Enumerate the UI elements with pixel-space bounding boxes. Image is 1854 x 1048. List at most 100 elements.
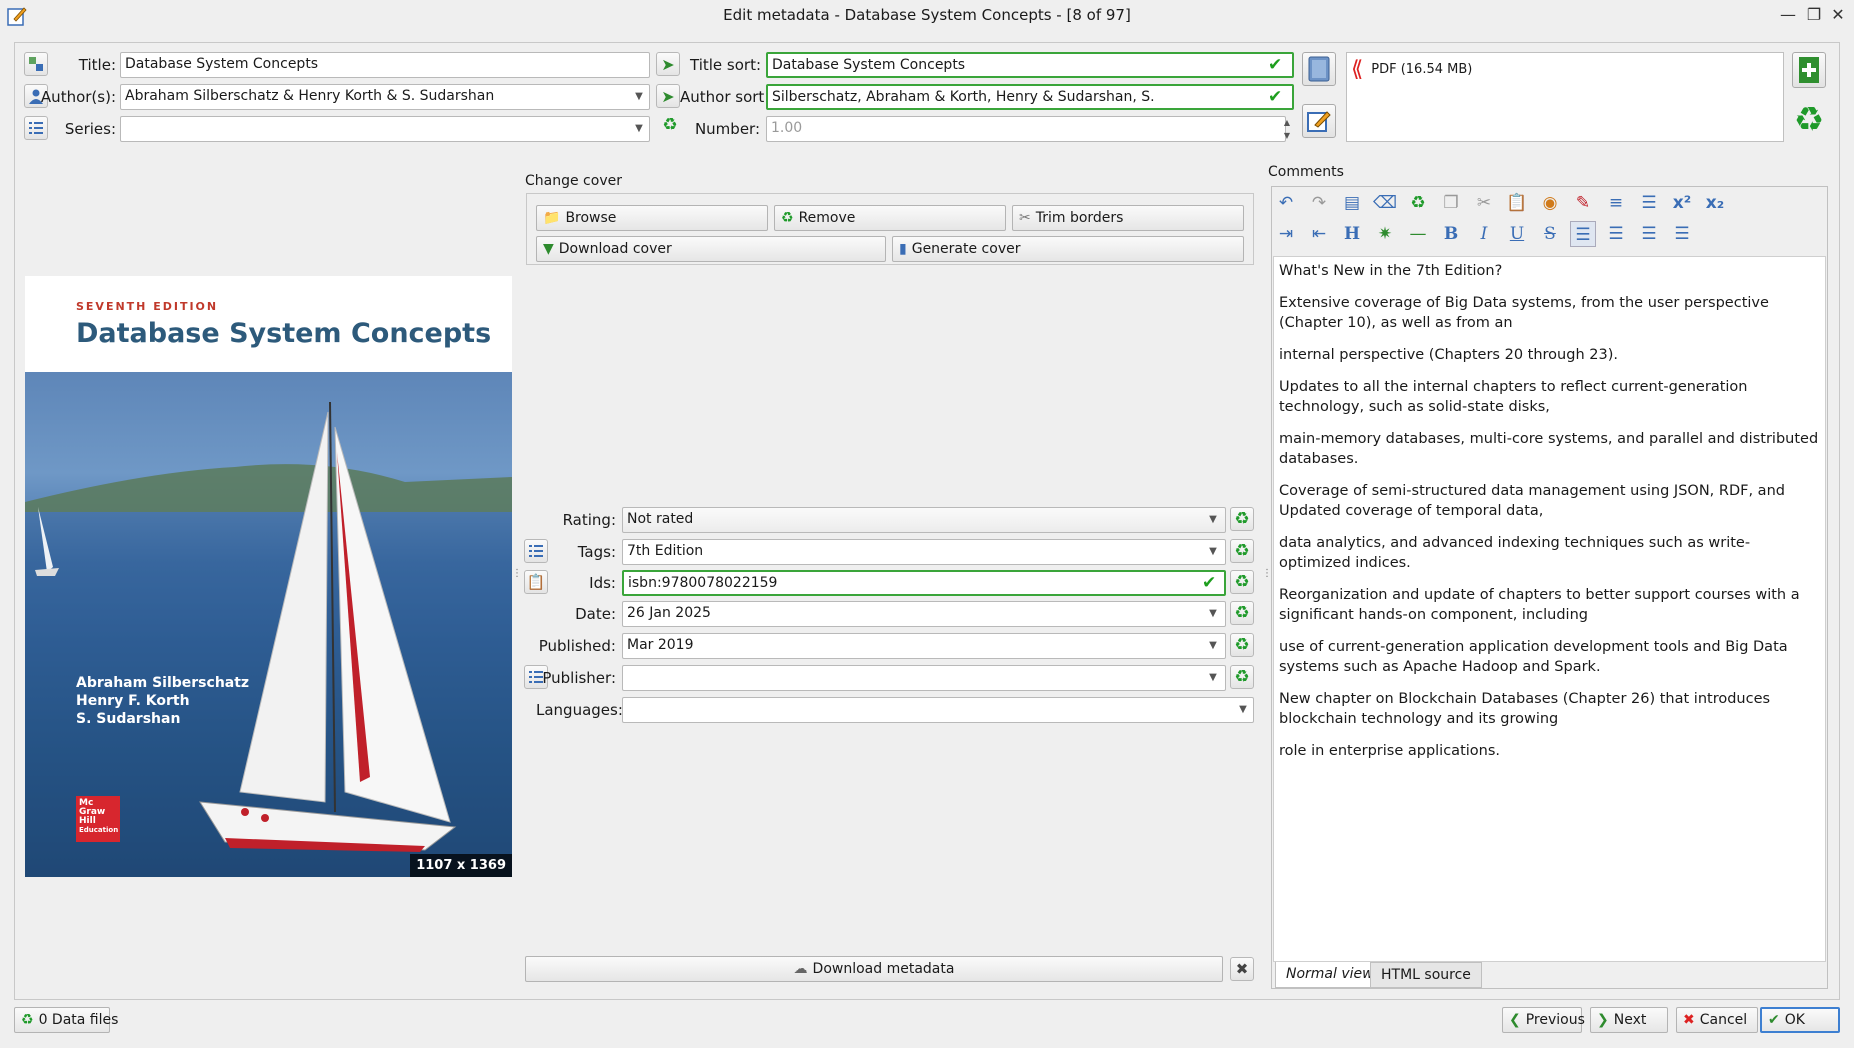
chevron-down-icon[interactable]: ▼ [1204,603,1222,625]
clear-published-button[interactable]: ♻ [1230,633,1254,657]
series-input[interactable] [120,116,650,142]
italic-icon[interactable]: I [1471,221,1497,247]
languages-label: Languages: [536,701,623,719]
formats-list[interactable]: ⟪ PDF (16.54 MB) [1346,52,1784,142]
clear-publisher-button[interactable]: ♻ [1230,665,1254,689]
download-metadata-button[interactable]: ☁ Download metadata [525,956,1223,982]
tags-input[interactable]: 7th Edition [622,539,1226,565]
series-number-input[interactable]: 1.00 [766,116,1286,142]
logo-line: Education [79,826,119,834]
chevron-down-icon[interactable]: ▼ [1204,667,1222,689]
undo-icon[interactable]: ↶ [1273,190,1299,216]
download-cover-button[interactable]: ▼ Download cover [536,236,886,262]
select-all-icon[interactable]: ▤ [1339,190,1365,216]
generate-cover-label: Generate cover [911,241,1021,257]
browse-label: Browse [565,210,617,226]
superscript-icon[interactable]: x² [1669,190,1695,216]
comment-paragraph: Updates to all the internal chapters to … [1279,379,1748,415]
eraser-icon[interactable]: ⌫ [1372,190,1398,216]
data-files-button[interactable]: ♻ 0 Data files [14,1007,118,1033]
align-left-icon[interactable]: ☰ [1570,221,1596,247]
clear-ids-button[interactable]: ♻ [1230,570,1254,594]
check-icon: ✔ [1202,573,1217,593]
title-sort-input[interactable]: Database System Concepts [766,52,1294,78]
cut-icon[interactable]: ✂ [1471,190,1497,216]
remove-format-button[interactable]: ♻ [1792,102,1826,138]
cloud-download-icon: ☁ [793,961,808,977]
align-justify-icon[interactable]: ☰ [1669,221,1695,247]
clear-tags-button[interactable]: ♻ [1230,539,1254,563]
rating-select[interactable]: Not rated [622,507,1226,533]
splitter-handle[interactable]: ⋮ [1262,569,1272,594]
published-input[interactable]: Mar 2019 [622,633,1226,659]
recycle-icon: ♻ [1234,634,1250,655]
remove-cover-button[interactable]: ♻ Remove [774,205,1006,231]
edit-metadata-from-format-button[interactable] [1302,104,1336,138]
splitter-handle[interactable]: ⋮ [512,569,522,594]
ids-label: Ids: [589,574,616,592]
indent-icon[interactable]: ⇥ [1273,221,1299,247]
cancel-x-icon: ✖ [1683,1012,1695,1028]
ids-value: isbn:9780078022159 [628,575,778,591]
underline-icon[interactable]: U [1504,221,1530,247]
background-color-icon[interactable]: ◉ [1537,190,1563,216]
ok-button[interactable]: ✔ OK [1760,1007,1840,1033]
author-to-sort-button[interactable]: ➤ [656,84,680,108]
clear-date-button[interactable]: ♻ [1230,601,1254,625]
previous-button[interactable]: ❮ Previous [1502,1007,1585,1033]
trim-borders-button[interactable]: ✂ Trim borders [1012,205,1244,231]
close-icon[interactable]: ✕ [1828,5,1848,25]
redo-icon[interactable]: ↷ [1306,190,1332,216]
chevron-down-icon[interactable]: ▼ [1204,541,1222,563]
cover-preview[interactable]: SEVENTH EDITION Database System Concepts… [25,276,512,877]
paste-icon[interactable]: 📋 [1504,190,1530,216]
arrow-left-icon: ❮ [1509,1012,1521,1028]
horizontal-rule-icon[interactable]: — [1405,221,1431,247]
chevron-down-icon[interactable]: ▼ [1234,699,1252,721]
ids-input[interactable]: isbn:9780078022159 [622,570,1226,596]
clear-rating-button[interactable]: ♻ [1230,507,1254,531]
ordered-list-icon[interactable]: ≡ [1603,190,1629,216]
languages-input[interactable] [622,697,1254,723]
generate-cover-button[interactable]: ▮ Generate cover [892,236,1244,262]
configure-download-button[interactable]: ✖ [1230,957,1254,981]
next-label: Next [1613,1012,1647,1028]
tab-html-source[interactable]: HTML source [1370,962,1482,988]
author-sort-input[interactable]: Silberschatz, Abraham & Korth, Henry & S… [766,84,1294,110]
chevron-down-icon[interactable]: ▼ [1204,635,1222,657]
add-format-button[interactable] [1792,52,1826,88]
unordered-list-icon[interactable]: ☰ [1636,190,1662,216]
clear-series-button[interactable]: ♻ [658,116,682,140]
format-item[interactable]: ⟪ PDF (16.54 MB) [1351,57,1472,82]
authors-input[interactable]: Abraham Silberschatz & Henry Korth & S. … [120,84,650,110]
bold-icon[interactable]: B [1438,221,1464,247]
strikethrough-icon[interactable]: S [1537,221,1563,247]
clear-icon[interactable]: ♻ [1405,190,1431,216]
title-input[interactable]: Database System Concepts [120,52,650,78]
align-center-icon[interactable]: ☰ [1603,221,1629,247]
browse-cover-button[interactable]: 📁 Browse [536,205,768,231]
tools-icon: ✖ [1235,960,1249,978]
date-input[interactable]: 26 Jan 2025 [622,601,1226,627]
set-cover-from-format-button[interactable] [1302,52,1336,86]
chevron-down-icon[interactable]: ▼ [630,86,648,108]
paragraph-style-icon[interactable]: ✷ [1372,221,1398,247]
restore-icon[interactable]: ❐ [1804,5,1824,25]
subscript-icon[interactable]: x₂ [1702,190,1728,216]
number-spinner[interactable]: ▲ ▼ [1281,116,1293,142]
publisher-input[interactable] [622,665,1226,691]
next-button[interactable]: ❯ Next [1590,1007,1668,1033]
comments-editor[interactable]: What's New in the 7th Edition? Extensive… [1273,256,1826,962]
align-right-icon[interactable]: ☰ [1636,221,1662,247]
chevron-down-icon[interactable]: ▼ [630,118,648,140]
outdent-icon[interactable]: ⇤ [1306,221,1332,247]
heading-icon[interactable]: H [1339,221,1365,247]
cancel-button[interactable]: ✖ Cancel [1676,1007,1758,1033]
recycle-icon: ♻ [1234,508,1250,529]
comments-toolbar-row-1: ↶ ↷ ▤ ⌫ ♻ ❐ ✂ 📋 ◉ ✎ ≡ ☰ x² x₂ [1273,190,1728,216]
minimize-icon[interactable]: — [1778,5,1798,25]
tab-normal-view[interactable]: Normal view [1275,962,1385,988]
copy-icon[interactable]: ❐ [1438,190,1464,216]
text-color-icon[interactable]: ✎ [1570,190,1596,216]
title-to-sort-button[interactable]: ➤ [656,52,680,76]
